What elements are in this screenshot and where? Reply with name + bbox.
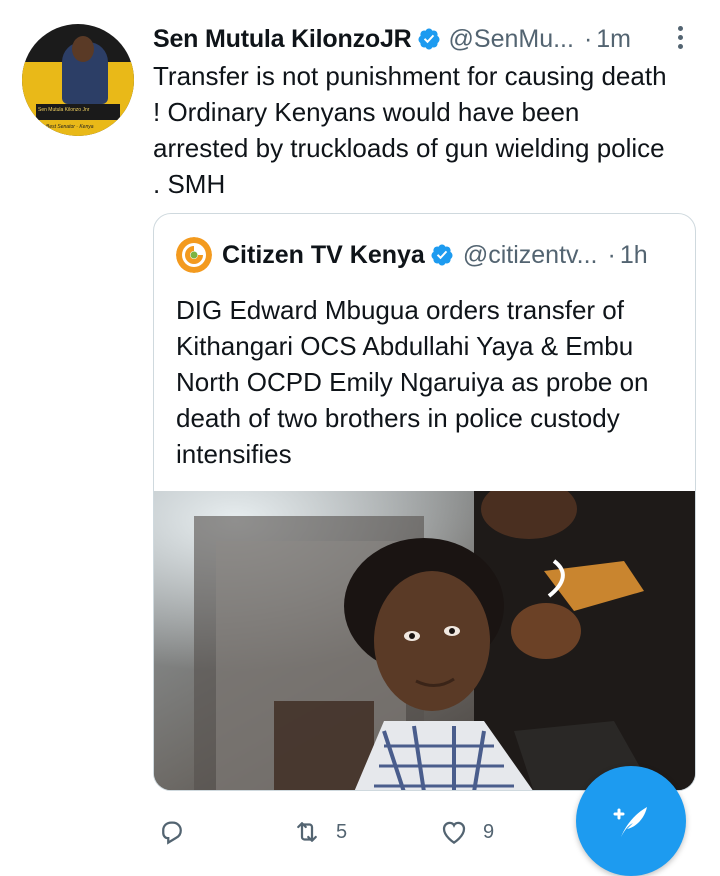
author-name[interactable]: Sen Mutula KilonzoJR bbox=[153, 25, 412, 54]
tweet[interactable]: Sen Mutula Kilonzo Jnr Best Senator · Ke… bbox=[0, 0, 720, 876]
verified-badge-icon bbox=[431, 244, 453, 266]
retweet-icon bbox=[297, 822, 317, 842]
quoted-author-handle[interactable]: @citizentv... bbox=[463, 241, 598, 270]
like-count: 9 bbox=[483, 820, 495, 843]
photo-of-two-young-men-icon bbox=[154, 491, 695, 790]
tweet-header: Sen Mutula KilonzoJR @SenMu... · 1m bbox=[153, 22, 631, 56]
time-separator: · bbox=[607, 240, 616, 269]
tweet-timestamp[interactable]: 1m bbox=[596, 25, 631, 54]
retweet-button[interactable]: 5 bbox=[292, 812, 347, 852]
retweet-count: 5 bbox=[336, 820, 348, 843]
author-handle[interactable]: @SenMu... bbox=[449, 25, 574, 54]
more-options-icon[interactable] bbox=[674, 26, 686, 54]
citizen-tv-logo-icon[interactable] bbox=[176, 237, 212, 273]
avatar-tagline: Best Senator · Kenya bbox=[46, 124, 94, 130]
compose-feather-icon bbox=[613, 807, 647, 837]
quoted-tweet-photo[interactable] bbox=[154, 491, 695, 790]
author-avatar[interactable]: Sen Mutula Kilonzo Jnr Best Senator · Ke… bbox=[22, 24, 134, 136]
heart-icon bbox=[442, 821, 466, 844]
verified-badge-icon bbox=[418, 28, 440, 50]
compose-tweet-button[interactable] bbox=[576, 766, 686, 876]
reply-button[interactable] bbox=[157, 812, 187, 852]
tweet-actions: 5 9 bbox=[157, 812, 577, 852]
time-separator: · bbox=[583, 24, 593, 53]
reply-icon bbox=[162, 821, 182, 845]
tweet-text: Transfer is not punishment for causing d… bbox=[153, 61, 667, 199]
quoted-tweet-timestamp[interactable]: 1h bbox=[620, 241, 648, 270]
quoted-author-name[interactable]: Citizen TV Kenya bbox=[222, 241, 425, 270]
quoted-tweet-text: DIG Edward Mbugua orders transfer of Kit… bbox=[176, 295, 649, 469]
quoted-tweet[interactable]: Citizen TV Kenya @citizentv... · 1h DIG … bbox=[153, 213, 696, 791]
like-button[interactable]: 9 bbox=[439, 812, 494, 852]
avatar-plate-text: Sen Mutula Kilonzo Jnr bbox=[38, 107, 90, 113]
quoted-tweet-header: Citizen TV Kenya @citizentv... · 1h bbox=[176, 236, 648, 274]
